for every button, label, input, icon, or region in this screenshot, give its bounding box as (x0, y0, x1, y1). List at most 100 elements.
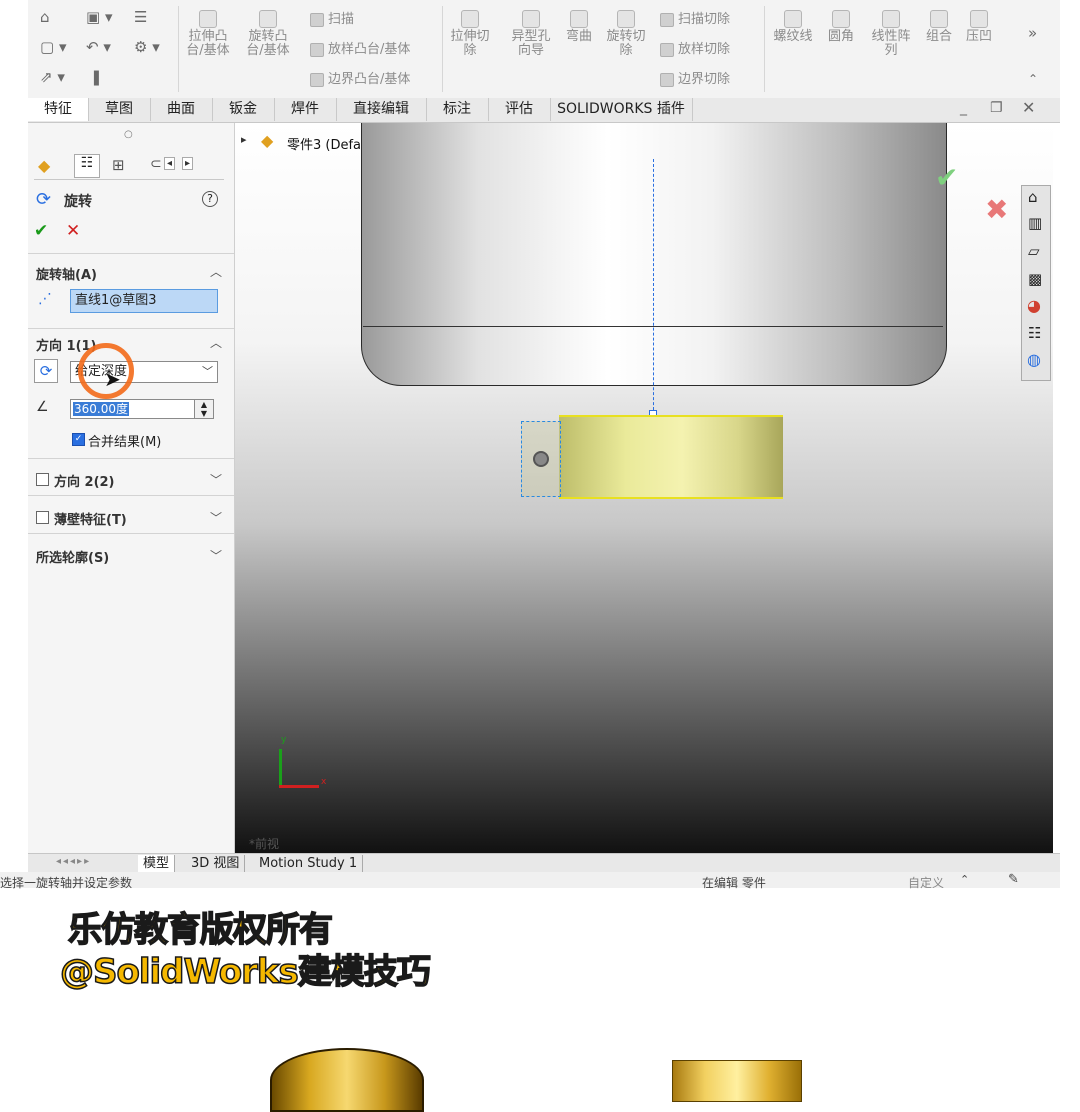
design-library-icon[interactable]: ▥ (1028, 214, 1042, 232)
fillet-button[interactable]: 圆角 (824, 10, 858, 44)
appearances-icon[interactable]: ◕ (1027, 296, 1041, 315)
tab-evaluate[interactable]: 评估 (488, 98, 551, 121)
angle-spinner[interactable]: ▲ ▼ (194, 399, 214, 419)
options-gear-icon[interactable]: ⚙ ▾ (134, 38, 160, 56)
expand-thin-feature-icon[interactable]: ﹀ (210, 509, 222, 526)
hole-wizard-button[interactable]: 异型孔向导 (506, 10, 556, 58)
command-tabs: 特征 草图 曲面 钣金 焊件 直接编辑 标注 评估 SOLIDWORKS 插件 … (28, 98, 1060, 123)
axis-line-icon: ⋰ (38, 291, 52, 307)
loft-icon (310, 42, 324, 57)
list-icon[interactable]: ☰ (134, 8, 147, 26)
ribbon-more-button[interactable]: » (1028, 24, 1037, 42)
forum-icon[interactable]: ◍ (1027, 350, 1041, 369)
direction2-label: 方向 2(2) (54, 475, 115, 490)
flex-button[interactable]: 弯曲 (562, 10, 596, 44)
expand-selected-contours-icon[interactable]: ﹀ (210, 547, 222, 564)
tab-sheet-metal[interactable]: 钣金 (212, 98, 275, 121)
panel-tab-strip: ◆ ☷ ⊞ ⊂ ◂ ▸ (34, 153, 224, 180)
help-icon[interactable]: ? (202, 191, 218, 207)
chevron-up-icon[interactable]: ⌃ (960, 873, 969, 886)
extrude-boss-icon (199, 10, 217, 28)
thread-button[interactable]: 螺纹线 (770, 10, 816, 44)
boundary-cut-button[interactable]: 边界切除 (660, 68, 730, 87)
swept-cut-button[interactable]: 扫描切除 (660, 8, 730, 27)
linear-pattern-button[interactable]: 线性阵列 (866, 10, 916, 58)
save-icon[interactable]: ▣ ▾ (86, 8, 112, 26)
view-palette-icon[interactable]: ▩ (1028, 270, 1042, 288)
status-editing: 在编辑 零件 (702, 876, 766, 890)
collapse-direction1-icon[interactable]: ︿ (210, 334, 222, 351)
confirm-cancel-icon[interactable]: ✖ (985, 193, 1008, 226)
sweep-icon (310, 12, 324, 27)
units-selector[interactable]: 自定义 (908, 874, 944, 891)
collapse-ribbon-icon[interactable]: ⌃ (1028, 72, 1038, 86)
part-icon: ◆ (261, 131, 274, 150)
home-icon[interactable]: ⌂ (1028, 188, 1038, 206)
combine-button[interactable]: 组合 (922, 10, 956, 44)
tab-features[interactable]: 特征 (28, 98, 89, 121)
triad-y-label: y (281, 735, 287, 745)
scroll-right-icon[interactable]: ▸ (182, 157, 194, 170)
file-explorer-icon[interactable]: ▱ (1028, 242, 1040, 260)
axis-selection-field[interactable]: 直线1@草图3 (70, 289, 218, 313)
revolved-body-preview (361, 123, 947, 386)
minimize-icon[interactable]: _ (960, 100, 967, 116)
feature-tree-icon[interactable]: ◆ (38, 156, 50, 175)
panel-grip-icon[interactable]: ○ (124, 129, 133, 140)
tab-weldments[interactable]: 焊件 (274, 98, 337, 121)
tab-markup[interactable]: 标注 (426, 98, 489, 121)
sketch-profile-preview[interactable] (559, 415, 783, 499)
reverse-direction-icon[interactable]: ⟳ (34, 359, 58, 383)
config-manager-icon[interactable]: ⊞ (112, 156, 125, 174)
angle-value: 360.00度 (73, 402, 129, 416)
indent-icon (970, 10, 988, 28)
tab-direct-editing[interactable]: 直接编辑 (336, 98, 427, 121)
selected-contours-label[interactable]: 所选轮廓(S) (36, 547, 109, 566)
view-name-label: *前视 (249, 837, 280, 851)
collapse-axis-icon[interactable]: ︿ (210, 263, 222, 280)
thin-feature-checkbox[interactable] (36, 511, 49, 524)
tab-surfaces[interactable]: 曲面 (150, 98, 213, 121)
axis-section-header[interactable]: 旋转轴(A) (36, 264, 97, 283)
expand-direction2-icon[interactable]: ﹀ (210, 471, 222, 488)
merge-result-checkbox[interactable]: ✓ (72, 433, 85, 446)
rebuild-icon[interactable]: ❚ (90, 68, 103, 86)
home-icon[interactable]: ⌂ (40, 8, 50, 26)
boundary-boss-button[interactable]: 边界凸台/基体 (310, 68, 410, 87)
close-window-icon[interactable]: ✕ (1022, 98, 1035, 117)
loft-button[interactable]: 放样凸台/基体 (310, 38, 410, 57)
confirm-ok-icon[interactable]: ✔ (935, 161, 958, 194)
undo-icon[interactable]: ↶ ▾ (86, 38, 111, 56)
dim-xpert-icon[interactable]: ⊂ (150, 156, 162, 172)
hole-wizard-icon (522, 10, 540, 28)
scroll-left-icon[interactable]: ◂ (164, 157, 176, 170)
revolve-cut-button[interactable]: 旋转切除 (602, 10, 650, 58)
direction2-checkbox[interactable] (36, 473, 49, 486)
tab-sketch[interactable]: 草图 (88, 98, 151, 121)
extrude-cut-button[interactable]: 拉伸切除 (448, 10, 492, 58)
sweep-button[interactable]: 扫描 (310, 8, 354, 27)
extrude-boss-button[interactable]: 拉伸凸台/基体 (186, 10, 230, 58)
tree-expand-icon[interactable]: ▸ (241, 133, 247, 146)
brass-part-render-2 (672, 1060, 802, 1102)
pm-title: 旋转 (64, 194, 92, 210)
thin-feature-label: 薄壁特征(T) (54, 513, 127, 528)
lofted-cut-button[interactable]: 放样切除 (660, 38, 730, 57)
ok-button[interactable]: ✔ (34, 221, 48, 241)
tab-scroll-icons[interactable]: ◂◂◂▸▸ (56, 856, 91, 867)
angle-input[interactable]: 360.00度 (70, 399, 198, 419)
custom-properties-icon[interactable]: ☷ (1028, 324, 1041, 342)
indent-button[interactable]: 压凹 (962, 10, 996, 44)
property-manager-tab-icon[interactable]: ☷ (74, 154, 100, 178)
select-icon[interactable]: ⇗ ▾ (40, 68, 65, 86)
tab-model[interactable]: 模型 (138, 855, 176, 872)
tab-solidworks-addins[interactable]: SOLIDWORKS 插件 (550, 98, 693, 121)
restore-icon[interactable]: ❐ (990, 100, 1003, 116)
tooltip-icon[interactable]: ✎ (1008, 872, 1019, 887)
graphics-viewport[interactable]: ▸ ◆ 零件3 (Default) <<Defa... ⌕ ▦ ▤ ◧ ▾ ▣ … (235, 123, 1053, 853)
tab-motion-study[interactable]: Motion Study 1 (254, 855, 364, 872)
cancel-button[interactable]: ✕ (66, 221, 80, 241)
revolve-boss-button[interactable]: 旋转凸台/基体 (246, 10, 290, 58)
tab-3d-views[interactable]: 3D 视图 (186, 855, 246, 872)
new-document-icon[interactable]: ▢ ▾ (40, 38, 66, 56)
